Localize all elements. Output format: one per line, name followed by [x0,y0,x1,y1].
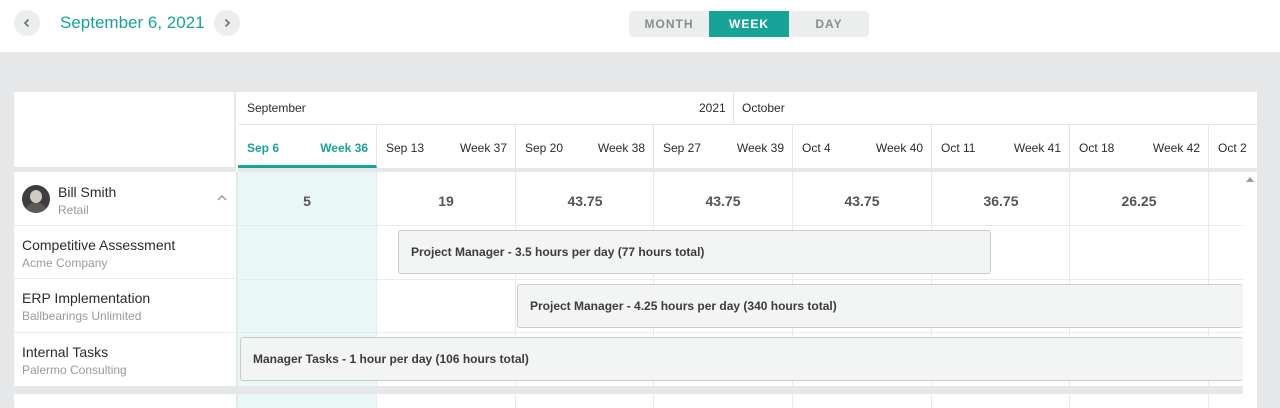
next-button[interactable] [214,10,240,36]
project-name: Competitive Assessment [22,237,176,253]
weekly-total-hours: 43.75 [705,193,741,209]
project-row[interactable]: ERP Implementation Ballbearings Unlimite… [14,279,236,333]
avatar [22,185,50,213]
week-date: Oct 11 [941,141,976,155]
week-header: Sep 6 Week 36 Sep 13 Week 37 Sep 20 Week… [238,125,1257,172]
week-number: Week 38 [597,141,645,155]
chevron-right-icon [224,18,231,28]
weekly-total-hours: 19 [438,193,454,209]
client-name: Palermo Consulting [22,363,127,377]
project-row[interactable]: Internal Tasks Palermo Consulting [14,333,236,386]
weekly-total-hours: 26.25 [1121,193,1157,209]
group-divider [14,386,236,394]
resource-row[interactable]: Bill Smith Retail [14,172,236,226]
year-label: 2021 [699,101,726,115]
view-switcher: MONTH WEEK DAY [629,11,869,37]
previous-button[interactable] [14,10,40,36]
resource-list: Bill Smith Retail Competitive Assessment… [14,172,236,408]
assignment-bar[interactable]: Manager Tasks - 1 hour per day (106 hour… [240,337,1243,381]
resource-name: Bill Smith [58,184,117,200]
schedule-grid: 5 19 43.75 43.75 43.75 36.75 26.25 Proje… [238,172,1243,408]
week-date: Oct 4 [802,141,831,155]
assignment-bar[interactable]: Project Manager - 4.25 hours per day (34… [517,284,1243,328]
header-corner [14,92,236,172]
month-divider [733,92,734,124]
project-name: ERP Implementation [22,290,151,306]
row-divider [238,225,1243,226]
row-divider [238,279,1243,280]
client-name: Acme Company [22,256,108,270]
assignment-bar[interactable]: Project Manager - 3.5 hours per day (77 … [398,230,991,274]
resource-team: Retail [58,203,89,217]
toolbar: September 6, 2021 MONTH WEEK DAY [0,0,1280,52]
week-number: Week 40 [875,141,923,155]
month-view-button[interactable]: MONTH [629,11,709,37]
week-date: Sep 6 [247,141,280,155]
week-date: Sep 13 [386,141,425,155]
week-date: Oct 18 [1079,141,1115,155]
month-label-october: October [742,101,785,115]
chevron-up-icon[interactable] [216,192,228,204]
schedule-panel: September 2021 October Sep 6 Week 36 Sep… [14,92,1257,408]
weekly-total-hours: 43.75 [567,193,603,209]
week-column-header[interactable]: Sep 27 Week 39 [654,125,793,168]
week-column-header[interactable]: Oct 4 Week 40 [793,125,932,168]
row-divider [238,332,1243,333]
weekly-total-hours: 5 [303,193,311,209]
week-column-header[interactable]: Oct 2 [1209,125,1257,168]
week-number: Week 39 [736,141,784,155]
scroll-up-icon[interactable] [1246,177,1254,182]
project-row[interactable]: Competitive Assessment Acme Company [14,226,236,279]
week-view-button[interactable]: WEEK [709,11,789,37]
week-number: Week 41 [1013,141,1061,155]
month-label-september: September [247,101,306,115]
weekly-total-hours: 36.75 [983,193,1019,209]
week-date: Sep 20 [525,141,564,155]
chevron-left-icon [23,18,30,28]
vertical-scrollbar[interactable] [1243,172,1257,408]
week-number: Week 42 [1152,141,1200,155]
weekly-total-hours: 43.75 [844,193,880,209]
week-column-header[interactable]: Sep 6 Week 36 [238,125,377,168]
week-column-header[interactable]: Sep 20 Week 38 [516,125,654,168]
month-header: September 2021 October [238,92,1257,125]
week-number: Week 36 [320,141,368,155]
day-view-button[interactable]: DAY [789,11,869,37]
week-column-header[interactable]: Oct 11 Week 41 [932,125,1070,168]
week-column-header[interactable]: Sep 13 Week 37 [377,125,516,168]
week-number: Week 37 [459,141,507,155]
week-date: Oct 2 [1218,141,1247,155]
current-date: September 6, 2021 [60,13,205,32]
group-divider [238,386,1243,394]
week-column-header[interactable]: Oct 18 Week 42 [1070,125,1209,168]
client-name: Ballbearings Unlimited [22,309,142,323]
project-name: Internal Tasks [22,344,109,360]
week-date: Sep 27 [663,141,702,155]
column-divider [236,172,238,408]
